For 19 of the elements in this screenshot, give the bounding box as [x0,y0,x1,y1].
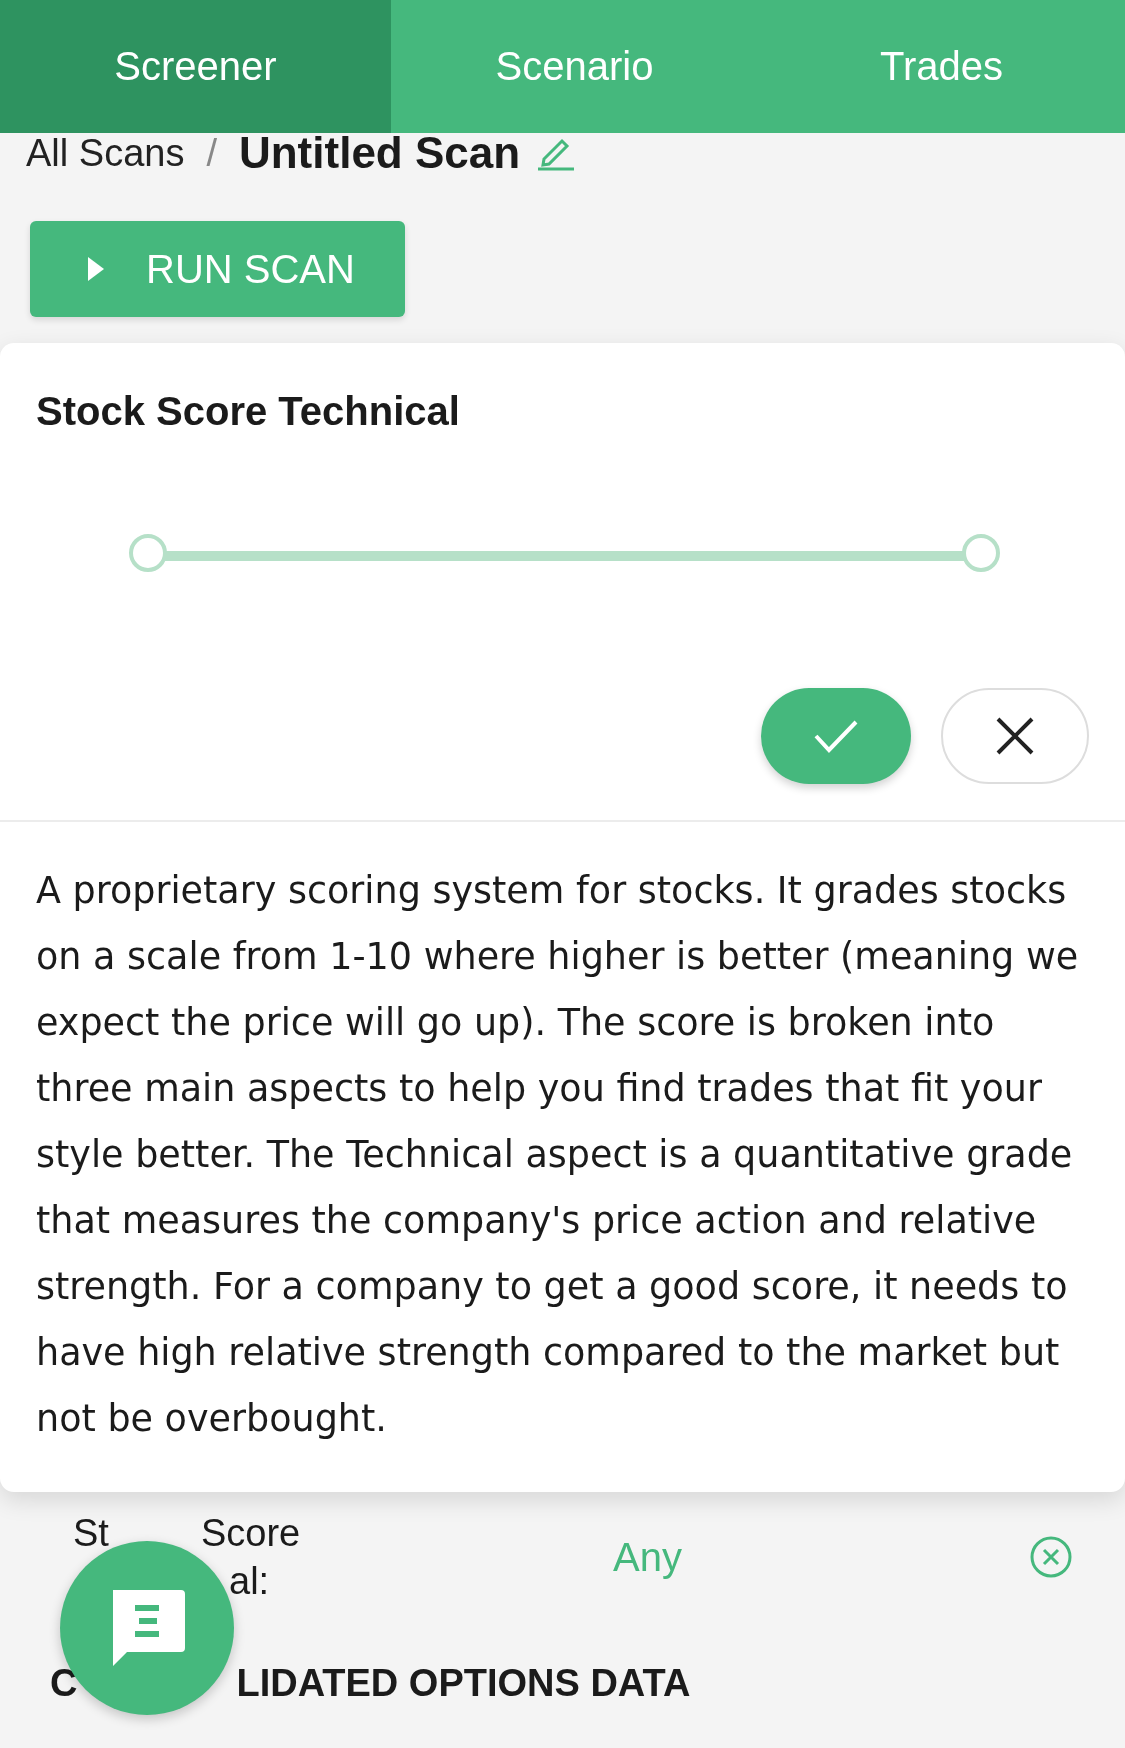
breadcrumb-separator: / [206,131,217,175]
section-heading: C [50,1662,78,1705]
confirm-button[interactable] [761,688,911,784]
close-icon [996,717,1034,755]
popover-title: Stock Score Technical [36,389,461,434]
slider-handle[interactable] [129,534,167,572]
slider-handle[interactable] [962,534,1000,572]
play-icon [88,257,104,281]
filter-value[interactable]: Any [323,1534,1029,1580]
tab[interactable]: Screener [0,0,391,133]
clear-icon[interactable] [1029,1535,1073,1579]
breadcrumb-link[interactable]: All Scans [26,131,185,175]
description-text: A proprietary scoring system for stocks. It grades stocks on a scale from 1-10 where higher is better (meaning we expect the price will go up). The score is broken into three main aspects to help you find trades that fit your style better. The Technical aspect is a quantitative grade that measures the company's price action and relative strength. For a company to get a good score, it needs to have high relative strength compared to the market but not be overbought. [35,868,1080,1442]
filter-label: St [73,1511,109,1556]
run-scan-button[interactable]: RUN SCAN [30,221,405,317]
filter-label: al: [229,1559,270,1604]
check-icon [814,719,858,753]
filter-label: Score [200,1511,301,1556]
section-heading: LIDATED OPTIONS DATA [236,1662,691,1705]
